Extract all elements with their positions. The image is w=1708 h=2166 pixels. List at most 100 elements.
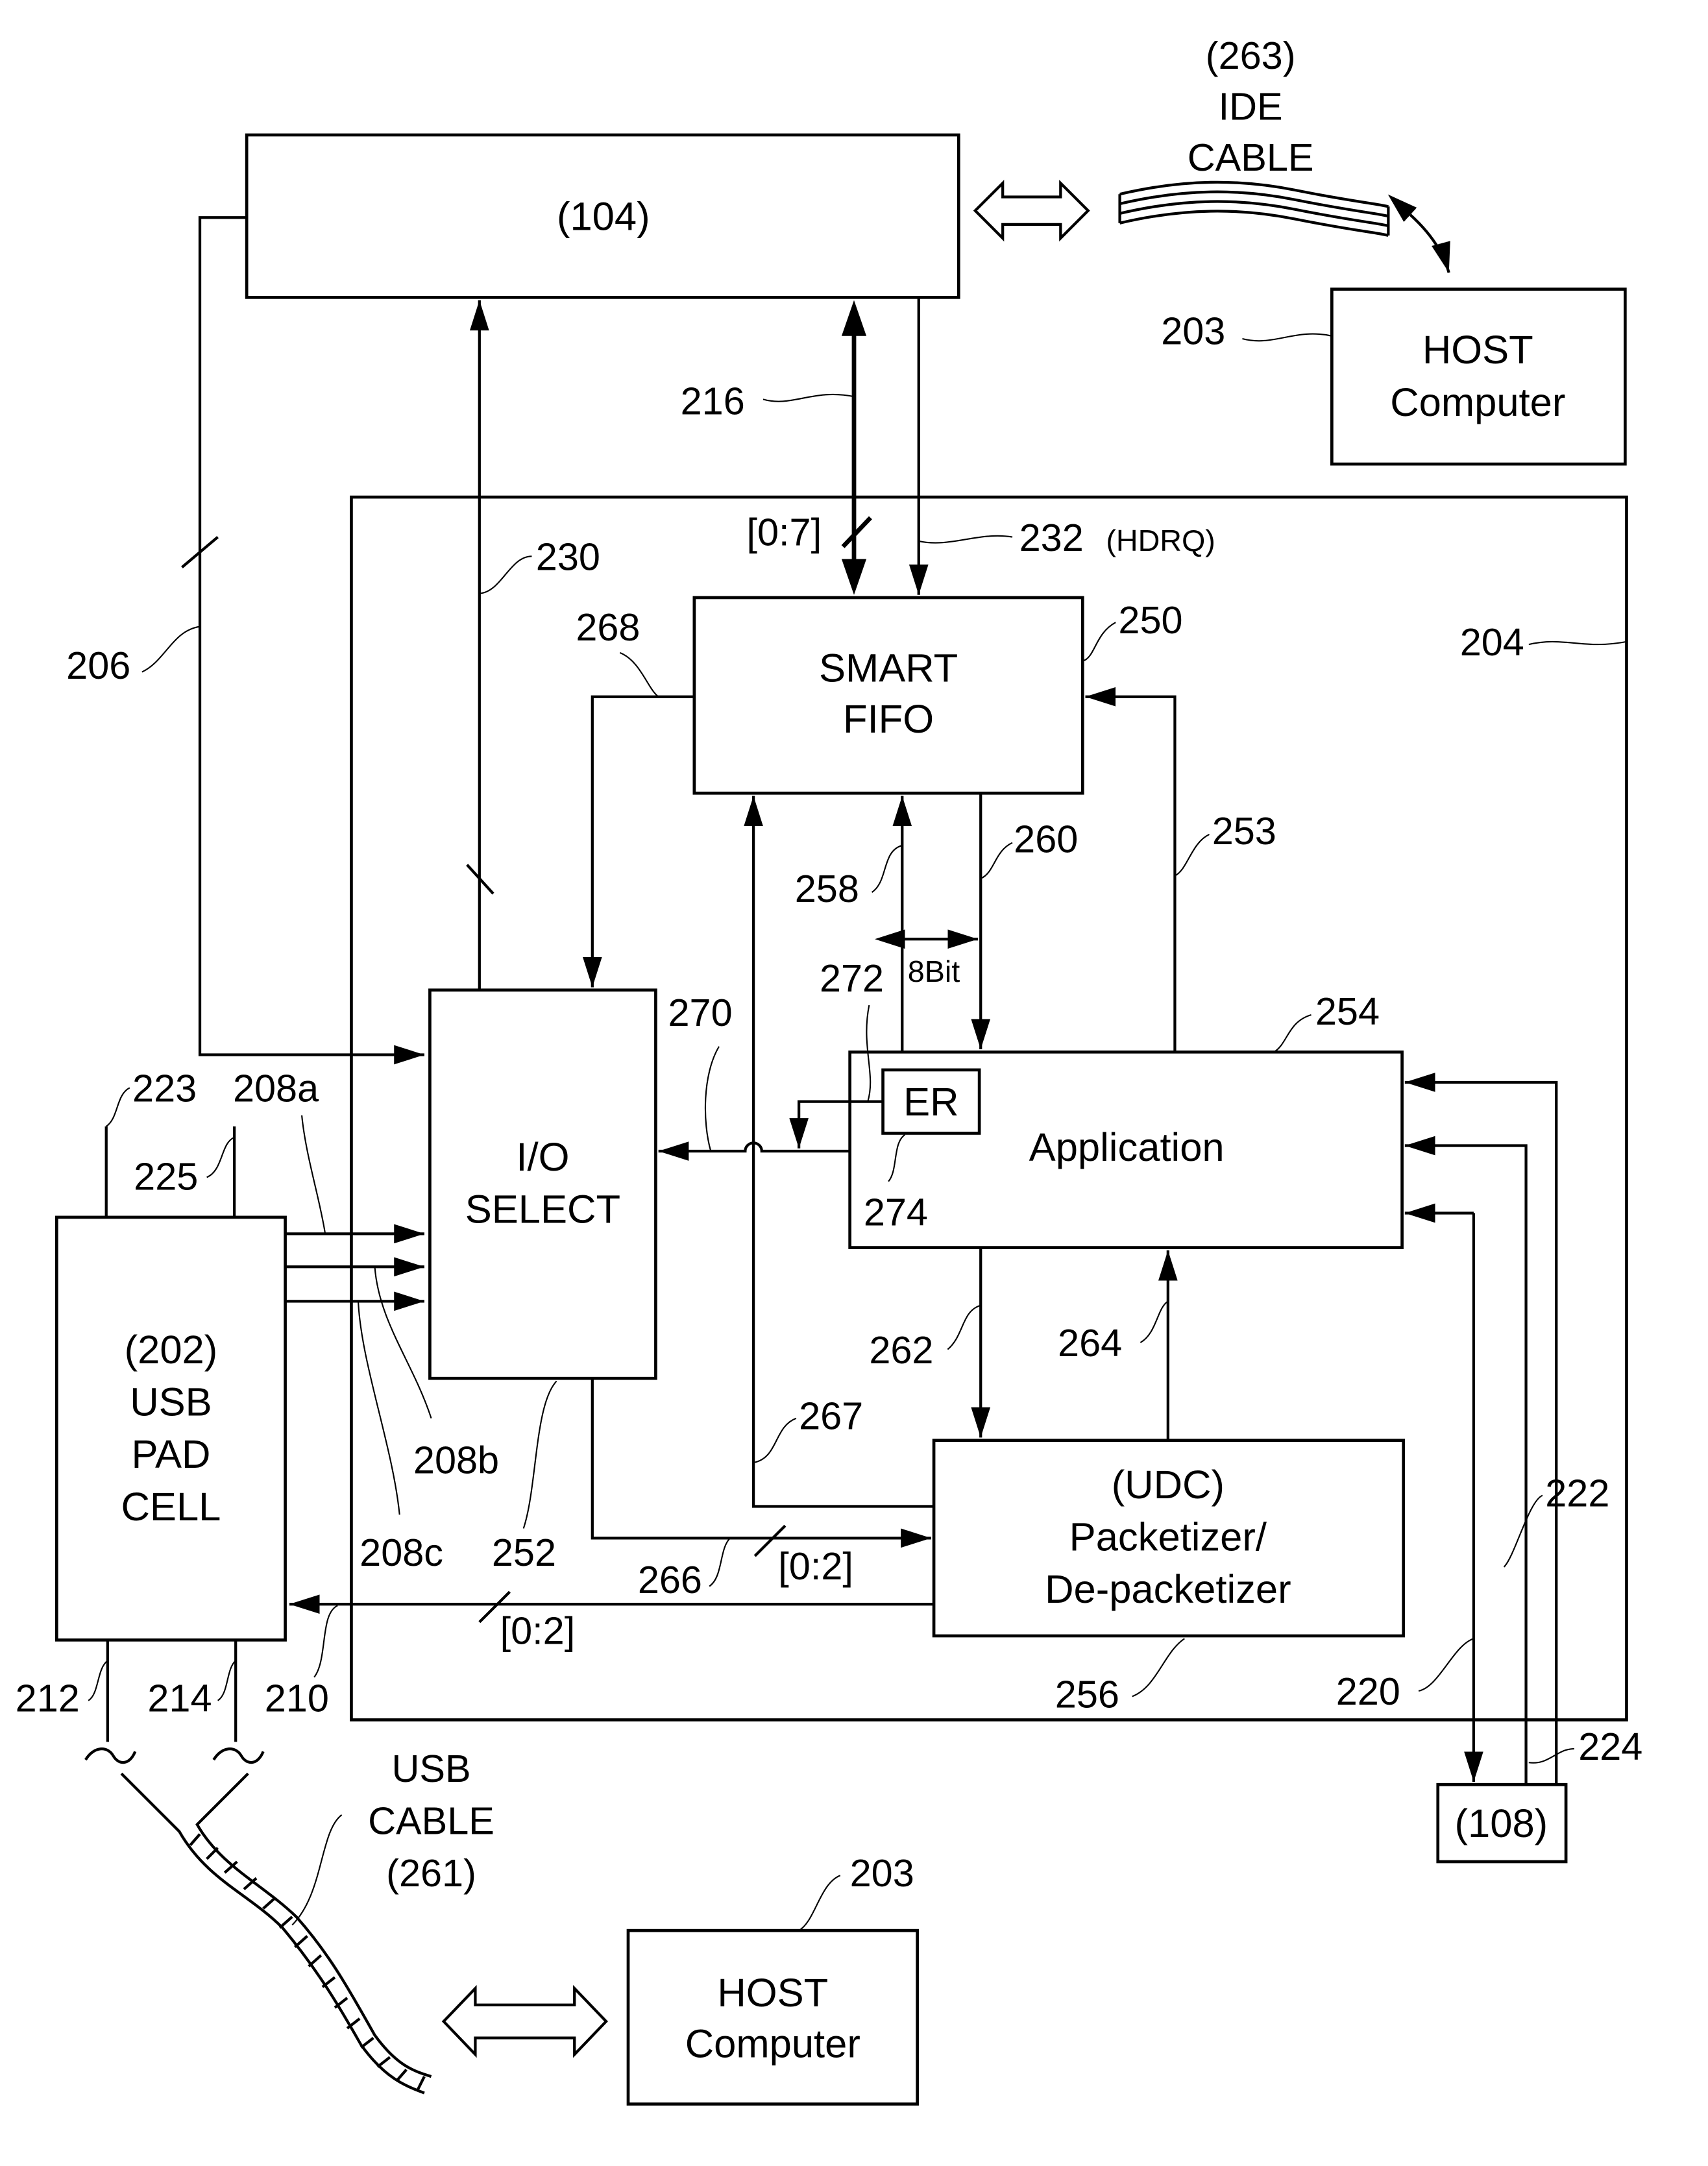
leader-268 xyxy=(619,651,659,698)
host-computer-bottom xyxy=(626,1929,919,2106)
smart-fifo-label-1: SMART xyxy=(819,646,958,690)
host-bottom-label-2: Computer xyxy=(685,2021,860,2066)
label-268: 268 xyxy=(576,605,640,649)
usb-pad-label-2: USB xyxy=(130,1380,212,1424)
udc-ref: 256 xyxy=(1055,1672,1119,1716)
leader-206 xyxy=(141,626,201,673)
label-262: 262 xyxy=(869,1328,933,1372)
er-label: ER xyxy=(903,1080,958,1125)
usb-pad-label-1: (202) xyxy=(125,1328,218,1372)
label-bus-0-7: [0:7] xyxy=(746,510,822,554)
label-230: 230 xyxy=(536,535,600,579)
usb-pad-label-4: CELL xyxy=(121,1485,221,1529)
leader-224 xyxy=(1528,1747,1574,1764)
host-top-label-1: HOST xyxy=(1422,328,1533,372)
label-208c: 208c xyxy=(360,1531,443,1574)
leader-267 xyxy=(754,1417,797,1463)
leader-270 xyxy=(704,1046,720,1152)
leader-230 xyxy=(479,555,532,594)
signal-268-line xyxy=(582,695,694,988)
host-bottom-ref: 203 xyxy=(850,1851,914,1895)
label-264: 264 xyxy=(1058,1321,1122,1365)
host-bottom-label-1: HOST xyxy=(717,1971,828,2015)
label-253: 253 xyxy=(1212,809,1276,853)
leader-264 xyxy=(1140,1300,1169,1343)
block-diagram: (104) (263) IDE CABLE HOST Computer 203 … xyxy=(16,34,1642,2106)
smart-fifo-ref: 250 xyxy=(1118,598,1182,642)
signal-224-line xyxy=(1404,1073,1558,1785)
label-272: 272 xyxy=(820,956,884,1000)
leader-204 xyxy=(1528,640,1627,646)
usb-cable-label-2: CABLE xyxy=(368,1799,494,1843)
label-220: 220 xyxy=(1336,1670,1400,1713)
leader-203-bottom xyxy=(798,1875,841,1932)
label-hdrq: (HDRQ) xyxy=(1106,524,1215,557)
leader-256 xyxy=(1132,1638,1185,1698)
usb-pad-cell-block xyxy=(55,1215,287,1642)
label-266: 266 xyxy=(638,1558,702,1601)
label-216: 216 xyxy=(681,380,745,423)
label-258: 258 xyxy=(795,867,859,910)
leader-254 xyxy=(1273,1014,1312,1053)
label-214: 214 xyxy=(147,1677,212,1720)
leader-222 xyxy=(1503,1494,1543,1568)
io-select-block xyxy=(428,988,657,1380)
break-mark-214 xyxy=(212,1747,265,1764)
label-208a: 208a xyxy=(233,1067,319,1110)
label-260: 260 xyxy=(1014,818,1078,861)
arrowhead-216-down xyxy=(841,559,867,595)
label-232: 232 xyxy=(1019,516,1084,559)
usb-cable-ref: (261) xyxy=(386,1851,476,1895)
ide-cable-label-1: IDE xyxy=(1219,85,1283,128)
leader-252 xyxy=(522,1380,557,1529)
signal-266-line xyxy=(591,1378,931,1548)
er-ref: 274 xyxy=(864,1191,928,1234)
bidirectional-arrow-usb xyxy=(441,1984,608,2058)
leader-225 xyxy=(206,1136,235,1178)
label-224: 224 xyxy=(1578,1725,1642,1768)
host-top-label-2: Computer xyxy=(1390,380,1565,425)
leader-223 xyxy=(106,1087,130,1127)
smart-fifo-block xyxy=(692,596,1084,795)
io-select-label-2: SELECT xyxy=(465,1187,620,1232)
leader-210 xyxy=(313,1605,338,1678)
label-208b: 208b xyxy=(413,1439,499,1482)
label-267: 267 xyxy=(799,1394,863,1438)
leader-220 xyxy=(1418,1638,1474,1692)
ide-cable-ref: (263) xyxy=(1206,34,1296,77)
io-select-ref: 252 xyxy=(492,1531,556,1574)
label-270: 270 xyxy=(668,991,733,1034)
label-206: 206 xyxy=(66,644,130,687)
udc-label-1: (UDC) xyxy=(1112,1463,1225,1507)
label-210: 210 xyxy=(265,1677,329,1720)
application-ref: 254 xyxy=(1315,990,1380,1033)
ide-host-arrow xyxy=(1387,194,1450,273)
ide-controller-label: (104) xyxy=(557,194,650,239)
signal-206-line xyxy=(198,216,424,1065)
label-223: 223 xyxy=(132,1067,197,1110)
signal-253-line xyxy=(1085,687,1177,1053)
leader-262 xyxy=(947,1304,981,1350)
leader-261 xyxy=(291,1814,343,1926)
label-bus-0-2-a: [0:2] xyxy=(778,1544,853,1588)
leader-253 xyxy=(1174,834,1210,877)
leader-266 xyxy=(709,1537,731,1587)
leader-232 xyxy=(918,535,1013,544)
ide-cable-label-2: CABLE xyxy=(1188,136,1314,179)
leader-250 xyxy=(1082,622,1116,662)
leader-258 xyxy=(871,844,903,893)
host-top-ref: 203 xyxy=(1161,310,1225,353)
io-select-label-1: I/O xyxy=(516,1135,569,1180)
leader-203-top xyxy=(1242,333,1332,342)
label-bus-0-2-b: [0:2] xyxy=(500,1609,576,1653)
label-222: 222 xyxy=(1545,1472,1609,1515)
ide-cable-icon xyxy=(1118,180,1390,237)
leader-214 xyxy=(217,1660,236,1701)
label-225: 225 xyxy=(134,1154,198,1198)
break-mark-212 xyxy=(84,1747,137,1764)
block-108-label: (108) xyxy=(1455,1801,1548,1846)
leader-208b xyxy=(374,1267,432,1419)
usb-cable-label-1: USB xyxy=(391,1747,470,1790)
leader-216 xyxy=(762,393,855,402)
bus-slash-216 xyxy=(841,516,872,548)
